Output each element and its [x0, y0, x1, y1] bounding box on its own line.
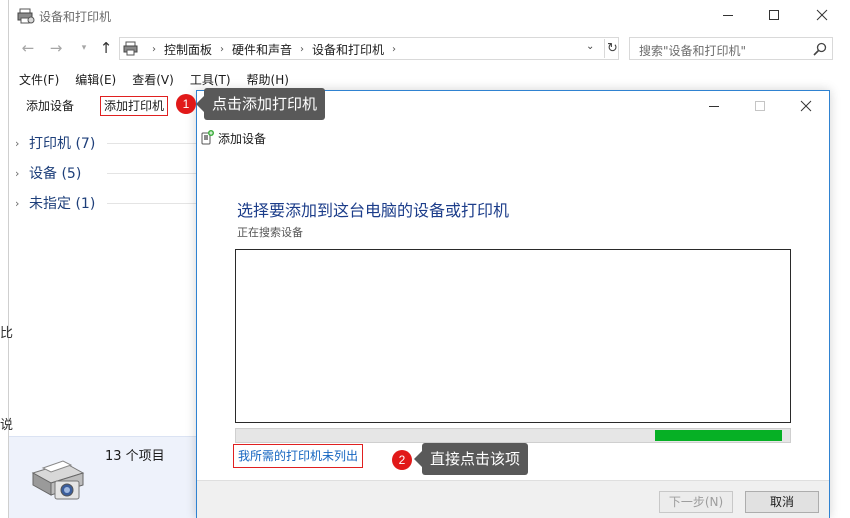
menu-view[interactable]: 查看(V): [132, 70, 174, 90]
minimize-button[interactable]: [705, 0, 751, 30]
address-bar-row: ← → ▾ ↑ › 控制面板 › 硬件和声音 › 设备和打印机 › ⌄ ↻ 搜索…: [9, 33, 850, 63]
menu-bar: 文件(F) 编辑(E) 查看(V) 工具(T) 帮助(H): [9, 70, 295, 90]
dialog-maximize-button: [737, 95, 783, 117]
breadcrumb-devices-printers[interactable]: 设备和打印机: [312, 41, 384, 58]
group-printers[interactable]: › 打印机 (7): [9, 128, 197, 158]
group-label: 未指定 (1): [29, 196, 96, 212]
group-label: 设备 (5): [29, 166, 82, 182]
menu-help[interactable]: 帮助(H): [247, 70, 289, 90]
minimize-icon: [723, 15, 733, 16]
back-arrow-icon[interactable]: ←: [17, 39, 39, 57]
search-box[interactable]: 搜索"设备和打印机": [629, 37, 833, 60]
group-divider: [107, 173, 197, 174]
devices-printers-app-icon: [17, 8, 35, 24]
forward-arrow-icon[interactable]: →: [45, 39, 67, 57]
next-button[interactable]: 下一步(N): [659, 491, 733, 513]
add-device-button[interactable]: 添加设备: [23, 98, 77, 115]
progress-fill: [655, 430, 782, 441]
dialog-footer: 下一步(N) 取消: [197, 480, 829, 518]
maximize-icon: [769, 10, 779, 20]
chevron-right-icon[interactable]: ›: [15, 167, 29, 180]
clipped-edge-text: 说: [0, 418, 14, 433]
dialog-close-button[interactable]: [783, 95, 829, 117]
item-count: 13 个项目: [105, 449, 165, 464]
printer-camera-icon: [31, 460, 85, 500]
chevron-right-icon[interactable]: ›: [15, 197, 29, 210]
step-2-badge: 2: [392, 450, 412, 470]
breadcrumb-separator-icon[interactable]: ›: [300, 44, 304, 55]
group-divider: [107, 203, 197, 204]
menu-edit[interactable]: 编辑(E): [75, 70, 116, 90]
clipped-edge-text: 比: [0, 326, 14, 341]
device-list[interactable]: [235, 249, 791, 423]
breadcrumb-separator-icon[interactable]: ›: [152, 44, 156, 55]
address-bar[interactable]: › 控制面板 › 硬件和声音 › 设备和打印机 › ⌄ ↻: [119, 37, 619, 60]
group-devices[interactable]: › 设备 (5): [9, 158, 197, 188]
search-progress-bar: [235, 428, 791, 443]
refresh-icon[interactable]: ↻: [604, 39, 620, 58]
dialog-heading: 选择要添加到这台电脑的设备或打印机: [237, 201, 510, 220]
search-status: 正在搜索设备: [237, 226, 303, 239]
recent-locations-chevron-icon[interactable]: ▾: [73, 39, 95, 57]
close-icon: [816, 9, 828, 21]
step-1-badge: 1: [176, 94, 196, 114]
close-icon: [800, 100, 812, 112]
step-2-callout: 直接点击该项: [413, 443, 529, 475]
address-dropdown-icon[interactable]: ⌄: [586, 41, 594, 52]
dialog-minimize-button[interactable]: [691, 95, 737, 117]
step-1-callout: 点击添加打印机: [195, 88, 326, 120]
breadcrumb-separator-icon[interactable]: ›: [220, 44, 224, 55]
breadcrumb-control-panel[interactable]: 控制面板: [164, 41, 212, 58]
window-title: 设备和打印机: [39, 10, 112, 24]
group-unspecified[interactable]: › 未指定 (1): [9, 188, 197, 218]
maximize-button[interactable]: [751, 0, 797, 30]
breadcrumb-separator-icon[interactable]: ›: [392, 44, 396, 55]
chevron-right-icon[interactable]: ›: [15, 137, 29, 150]
search-icon[interactable]: [812, 41, 828, 57]
group-divider: [107, 143, 197, 144]
breadcrumb-hardware-sound[interactable]: 硬件和声音: [232, 41, 292, 58]
menu-file[interactable]: 文件(F): [19, 70, 59, 90]
group-label: 打印机 (7): [29, 136, 96, 152]
add-device-icon: [201, 130, 214, 145]
minimize-icon: [709, 106, 719, 107]
close-button[interactable]: [799, 0, 845, 30]
title-bar: 设备和打印机: [9, 0, 850, 32]
printer-not-listed-link[interactable]: 我所需的打印机未列出: [233, 444, 364, 468]
device-groups: › 打印机 (7) › 设备 (5) › 未指定 (1): [9, 128, 197, 218]
up-arrow-icon[interactable]: ↑: [95, 39, 117, 57]
maximize-icon: [755, 101, 765, 111]
control-panel-icon: [123, 41, 138, 56]
cancel-button[interactable]: 取消: [745, 491, 819, 513]
details-pane: 13 个项目: [9, 436, 197, 518]
add-printer-button[interactable]: 添加打印机: [100, 96, 169, 116]
breadcrumb: › 控制面板 › 硬件和声音 › 设备和打印机 ›: [144, 41, 404, 58]
menu-tools[interactable]: 工具(T): [190, 70, 231, 90]
dialog-title: 添加设备: [218, 132, 267, 146]
search-placeholder: 搜索"设备和打印机": [639, 44, 747, 58]
